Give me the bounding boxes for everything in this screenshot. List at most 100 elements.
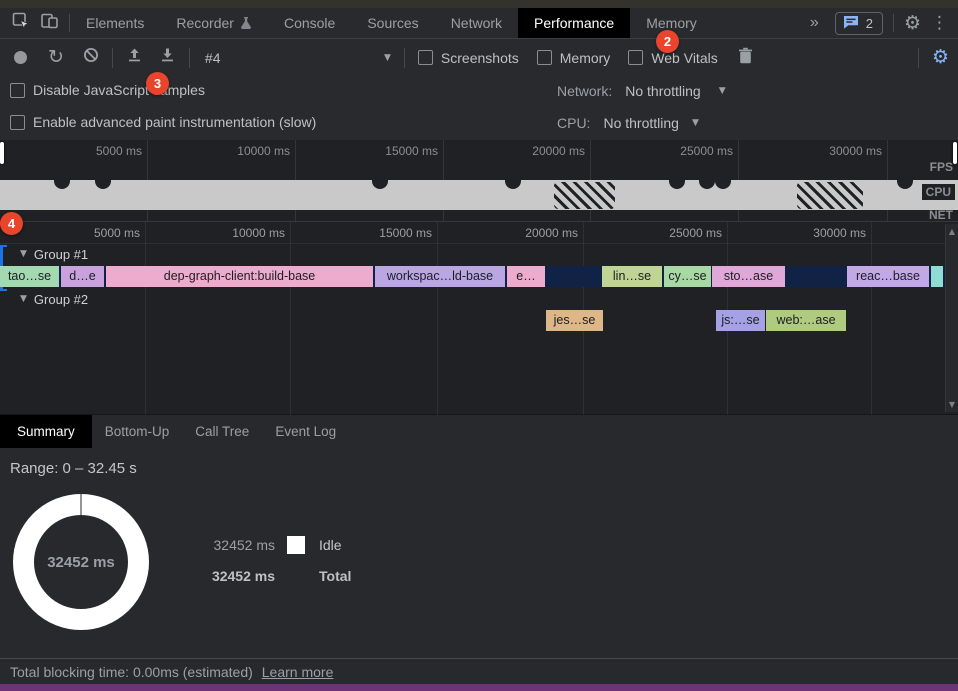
tab-recorder[interactable]: Recorder — [160, 8, 268, 38]
flame-chart[interactable]: ▲ ▼ 5000 ms10000 ms15000 ms20000 ms25000… — [0, 222, 958, 415]
advanced-paint-checkbox[interactable]: Enable advanced paint instrumentation (s… — [10, 114, 316, 130]
cpu-activity-bump — [95, 180, 111, 189]
flame-bar[interactable]: lin…se — [602, 266, 662, 287]
legend-label: Idle — [319, 537, 351, 553]
desktop-bottom-strip — [0, 684, 958, 691]
tab-performance[interactable]: Performance — [518, 8, 630, 38]
load-profile-icon[interactable] — [126, 47, 143, 68]
tabbar-divider-2 — [893, 14, 894, 32]
clear-icon[interactable] — [83, 47, 99, 68]
scroll-up-icon[interactable]: ▲ — [946, 227, 958, 236]
inspect-icon[interactable] — [12, 12, 30, 35]
checkbox-label: Memory — [560, 50, 611, 66]
toolbar-checkbox-memory[interactable]: Memory — [537, 50, 611, 66]
group-header-2[interactable]: ▼Group #2 — [0, 289, 88, 309]
cpu-throttle-select[interactable]: CPU: No throttling ▼ — [557, 115, 699, 131]
checkbox-label: Enable advanced paint instrumentation (s… — [33, 114, 316, 130]
tab-label: Elements — [86, 15, 144, 31]
tutorial-badge-4: 4 — [0, 212, 23, 235]
details-tab-summary[interactable]: Summary — [0, 415, 92, 448]
legend-label: Total — [319, 568, 351, 584]
disable-js-samples-checkbox[interactable]: Disable JavaScript samples — [10, 82, 205, 98]
issues-button[interactable]: 2 — [835, 12, 883, 35]
collapse-triangle-icon[interactable]: ▼ — [20, 294, 27, 304]
more-tabs-icon[interactable]: » — [804, 14, 825, 32]
cpu-activity-bump — [54, 180, 70, 189]
history-dropdown[interactable]: #4 ▼ — [205, 50, 391, 66]
fps-lane-label: FPS — [930, 160, 953, 174]
timeline-overview[interactable]: 5000 ms10000 ms15000 ms20000 ms25000 ms3… — [0, 140, 958, 222]
message-count: 2 — [866, 16, 873, 31]
device-toolbar-icon[interactable] — [40, 12, 59, 35]
flame-bar[interactable]: web:…ase — [766, 310, 846, 331]
settings-gear-icon[interactable]: ⚙ — [904, 14, 921, 33]
checkbox-icon[interactable] — [628, 50, 643, 65]
details-tab-call-tree[interactable]: Call Tree — [182, 415, 262, 448]
tab-label: Memory — [646, 15, 697, 31]
checkbox-icon[interactable] — [10, 83, 25, 98]
save-profile-icon[interactable] — [159, 47, 176, 68]
flame-bar[interactable]: reac…base — [847, 266, 929, 287]
tabbar-right: » 2 ⚙ ⋮ — [804, 8, 958, 38]
kebab-menu-icon[interactable]: ⋮ — [931, 15, 948, 32]
trash-icon[interactable] — [738, 47, 753, 69]
tab-elements[interactable]: Elements — [70, 8, 160, 38]
flame-bar[interactable]: dep-graph-client:build-base — [106, 266, 373, 287]
cpu-idle-hatch — [797, 182, 863, 209]
capture-settings: Disable JavaScript samples Enable advanc… — [0, 76, 958, 140]
reload-and-record-icon[interactable]: ↻ — [48, 48, 64, 67]
desktop-top-strip — [0, 0, 958, 8]
details-tabbar: SummaryBottom-UpCall TreeEvent Log — [0, 415, 958, 448]
tutorial-badge-3: 3 — [146, 72, 169, 95]
checkbox-label: Web Vitals — [651, 50, 717, 66]
capture-settings-gear-icon[interactable]: ⚙ — [932, 48, 949, 67]
group-header-1[interactable]: ▼Group #1 — [0, 244, 88, 264]
flame-bar[interactable] — [931, 266, 943, 287]
flame-bar[interactable]: cy…se — [664, 266, 711, 287]
learn-more-link[interactable]: Learn more — [262, 664, 334, 680]
tab-console[interactable]: Console — [268, 8, 351, 38]
checkbox-label: Screenshots — [441, 50, 519, 66]
flame-bar[interactable]: sto…ase — [712, 266, 785, 287]
flame-bar[interactable]: workspac…ld-base — [375, 266, 505, 287]
toolbar-checkbox-web-vitals[interactable]: Web Vitals — [628, 50, 717, 66]
tab-label: Sources — [367, 15, 418, 31]
checkbox-label: Disable JavaScript samples — [33, 82, 205, 98]
tab-label: Recorder — [176, 15, 234, 31]
settings-row-1: Disable JavaScript samples — [10, 82, 223, 98]
flame-bar[interactable]: tao…se — [0, 266, 59, 287]
details-tab-bottom-up[interactable]: Bottom-Up — [92, 415, 183, 448]
flame-bar[interactable]: d…e — [61, 266, 104, 287]
summary-legend: 32452 ms Idle32452 ms Total — [205, 536, 351, 585]
tab-label: Console — [284, 15, 335, 31]
toolbar-checkbox-screenshots[interactable]: Screenshots — [418, 50, 519, 66]
flame-scrollbar[interactable]: ▲ ▼ — [945, 224, 958, 412]
checkbox-icon[interactable] — [537, 50, 552, 65]
main-tabbar-tabs: Elements Recorder Console Sources NetworkPer… — [70, 8, 713, 38]
scroll-down-icon[interactable]: ▼ — [946, 400, 958, 409]
overview-tick-label: 30000 ms — [829, 144, 882, 158]
chevron-down-icon: ▼ — [384, 53, 391, 63]
legend-value: 32452 ms — [205, 537, 275, 553]
network-throttle-value: No throttling — [625, 83, 700, 99]
flame-tick-label: 20000 ms — [525, 226, 578, 240]
overview-right-handle[interactable] — [953, 142, 957, 164]
flame-bar[interactable]: jes…se — [546, 310, 603, 331]
tab-network[interactable]: Network — [435, 8, 518, 38]
collapse-triangle-icon[interactable]: ▼ — [20, 249, 27, 259]
network-throttle-select[interactable]: Network: No throttling ▼ — [557, 83, 726, 99]
cpu-overview-band — [0, 180, 958, 210]
overview-left-handle[interactable] — [0, 142, 4, 164]
details-tab-event-log[interactable]: Event Log — [262, 415, 349, 448]
tab-sources[interactable]: Sources — [351, 8, 434, 38]
flame-bar[interactable]: js:…se — [716, 310, 765, 331]
legend-swatch-empty — [287, 567, 305, 585]
flask-icon — [240, 17, 252, 30]
flame-tick-label: 5000 ms — [94, 226, 140, 240]
cpu-activity-bump — [715, 180, 731, 189]
record-icon[interactable] — [14, 51, 27, 64]
checkbox-icon[interactable] — [10, 115, 25, 130]
legend-row: 32452 ms Idle — [205, 536, 351, 554]
checkbox-icon[interactable] — [418, 50, 433, 65]
flame-bar[interactable]: e… — [507, 266, 545, 287]
